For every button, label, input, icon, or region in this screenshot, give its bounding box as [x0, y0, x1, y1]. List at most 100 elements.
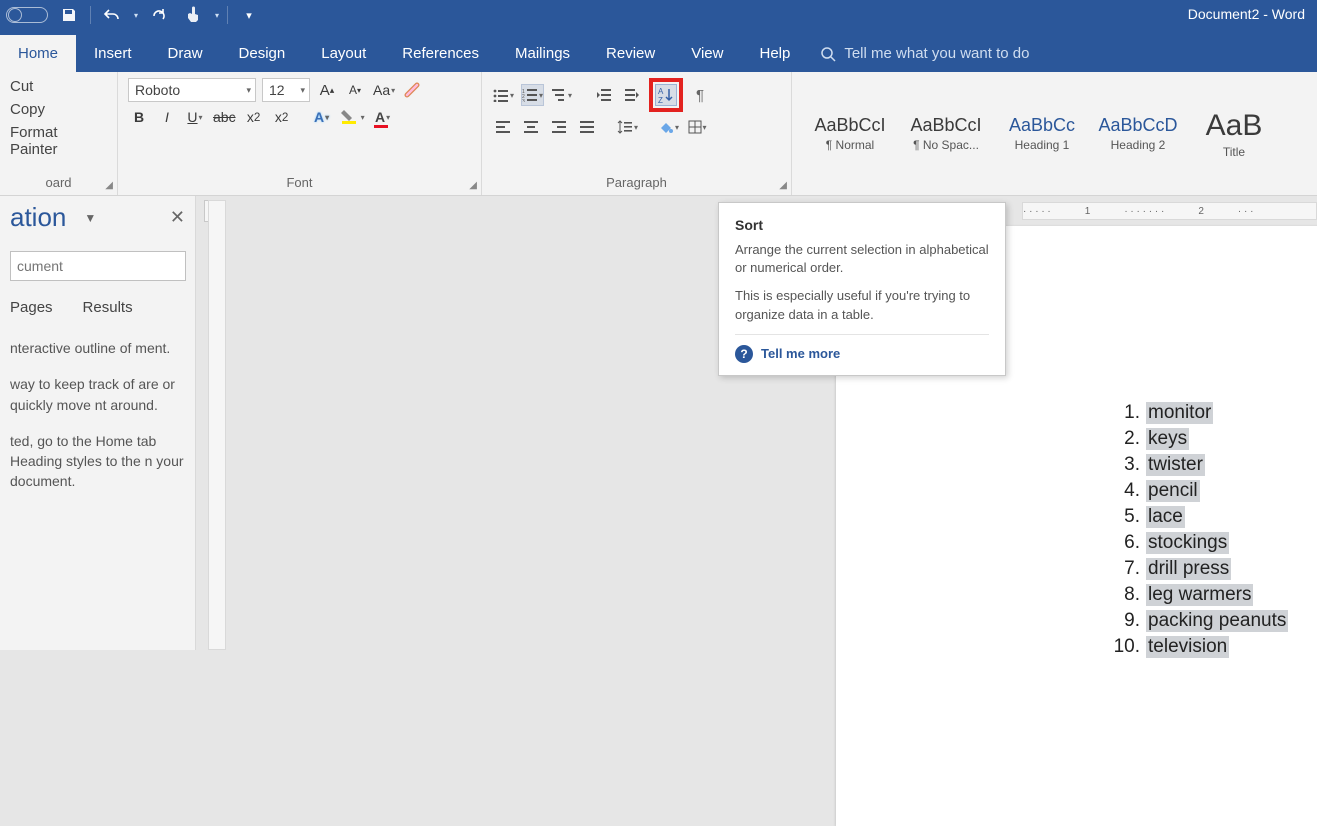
tooltip-line-2: This is especially useful if you're tryi… [735, 287, 989, 323]
tab-draw[interactable]: Draw [150, 35, 221, 72]
sort-icon[interactable]: AZ [655, 84, 677, 106]
clipboard-launcher-icon[interactable]: ◢ [105, 180, 113, 191]
tab-home[interactable]: Home [0, 35, 76, 72]
navigation-search[interactable]: ▾ [10, 251, 186, 281]
font-color-icon[interactable]: A▾ [372, 106, 394, 128]
list-item[interactable]: 1.monitor [1112, 402, 1317, 428]
svg-text:3: 3 [522, 99, 525, 102]
navigation-search-input[interactable] [17, 258, 196, 274]
font-size-select[interactable]: 12▾ [262, 78, 310, 102]
font-group-label: Font [128, 172, 471, 193]
format-painter-button[interactable]: Format Painter [10, 124, 107, 158]
font-name-select[interactable]: Roboto▾ [128, 78, 256, 102]
paragraph-group-label: Paragraph [492, 172, 781, 193]
shading-icon[interactable]: ▾ [657, 116, 680, 138]
tab-insert[interactable]: Insert [76, 35, 150, 72]
list-item[interactable]: 5.lace [1112, 506, 1317, 532]
list-item[interactable]: 2.keys [1112, 428, 1317, 454]
align-right-icon[interactable] [548, 116, 570, 138]
show-hide-marks-icon[interactable]: ¶ [689, 84, 711, 106]
help-icon: ? [735, 345, 753, 363]
paragraph-launcher-icon[interactable]: ◢ [779, 180, 787, 191]
save-icon[interactable] [56, 3, 82, 27]
tooltip-tell-me-more[interactable]: ? Tell me more [735, 334, 989, 363]
style-no-spacing[interactable]: AaBbCcI ¶ No Spac... [898, 104, 994, 164]
redo-icon[interactable] [146, 3, 172, 27]
close-pane-icon[interactable]: ✕ [170, 207, 185, 228]
strikethrough-icon[interactable]: abc [212, 106, 237, 128]
bold-icon[interactable]: B [128, 106, 150, 128]
underline-icon[interactable]: U▾ [184, 106, 206, 128]
undo-icon[interactable] [99, 3, 125, 27]
quick-access-toolbar: ▾ ▾ ▾ [0, 3, 262, 27]
style-heading-2[interactable]: AaBbCcD Heading 2 [1090, 104, 1186, 164]
grow-font-icon[interactable]: A▴ [316, 79, 338, 101]
group-clipboard: Cut Copy Format Painter oard ◢ [0, 72, 118, 195]
text-effects-icon[interactable]: A▾ [311, 106, 333, 128]
tab-review[interactable]: Review [588, 35, 673, 72]
touch-mode-icon[interactable] [180, 3, 206, 27]
tab-help[interactable]: Help [741, 35, 808, 72]
list-item[interactable]: 6.stockings [1112, 532, 1317, 558]
navigation-pane: ation ▼ ✕ ▾ Pages Results nteractive out… [0, 196, 196, 650]
font-size-value: 12 [269, 82, 285, 98]
ribbon: Cut Copy Format Painter oard ◢ Roboto▾ 1… [0, 72, 1317, 196]
change-case-icon[interactable]: Aa▾ [372, 79, 396, 101]
group-styles: AaBbCcI ¶ Normal AaBbCcI ¶ No Spac... Aa… [792, 72, 1317, 195]
svg-text:Z: Z [658, 96, 663, 104]
ribbon-tabs: Home Insert Draw Design Layout Reference… [0, 30, 1317, 72]
superscript-icon[interactable]: x2 [271, 106, 293, 128]
list-item[interactable]: 10.television [1112, 636, 1317, 662]
subscript-icon[interactable]: x2 [243, 106, 265, 128]
group-font: Roboto▾ 12▾ A▴ A▾ Aa▾ B I U▾ abc x2 x2 [118, 72, 482, 195]
style-normal[interactable]: AaBbCcI ¶ Normal [802, 104, 898, 164]
copy-button[interactable]: Copy [10, 101, 107, 118]
numbered-list: 1.monitor2.keys3.twister4.pencil5.lace6.… [1112, 402, 1317, 662]
tab-references[interactable]: References [384, 35, 497, 72]
tooltip-title: Sort [735, 217, 989, 233]
align-left-icon[interactable] [492, 116, 514, 138]
tab-mailings[interactable]: Mailings [497, 35, 588, 72]
clear-formatting-icon[interactable] [402, 79, 424, 101]
list-item[interactable]: 7.drill press [1112, 558, 1317, 584]
tab-design[interactable]: Design [221, 35, 304, 72]
numbering-icon[interactable]: 123▾ [521, 84, 544, 106]
justify-icon[interactable] [576, 116, 598, 138]
nav-tab-pages[interactable]: Pages [10, 299, 53, 316]
highlight-icon[interactable]: ▾ [339, 106, 366, 128]
group-paragraph: ▾ 123▾ ▾ AZ ¶ ▾ [482, 72, 792, 195]
cut-button[interactable]: Cut [10, 78, 107, 95]
autosave-toggle[interactable] [6, 7, 48, 23]
list-item[interactable]: 4.pencil [1112, 480, 1317, 506]
list-item[interactable]: 8.leg warmers [1112, 584, 1317, 610]
italic-icon[interactable]: I [156, 106, 178, 128]
line-spacing-icon[interactable]: ▾ [616, 116, 639, 138]
horizontal-ruler[interactable]: · · · · · 1 · · · · · · · 2 · · · [1022, 202, 1317, 220]
search-icon [820, 46, 836, 62]
shrink-font-icon[interactable]: A▾ [344, 79, 366, 101]
customize-qat-icon[interactable]: ▾ [236, 3, 262, 27]
list-item[interactable]: 9.packing peanuts [1112, 610, 1317, 636]
align-center-icon[interactable] [520, 116, 542, 138]
navigation-dropdown-icon[interactable]: ▼ [84, 211, 96, 225]
increase-indent-icon[interactable] [621, 84, 643, 106]
nav-tab-results[interactable]: Results [83, 299, 133, 316]
tab-view[interactable]: View [673, 35, 741, 72]
tell-me-search[interactable]: Tell me what you want to do [820, 45, 1029, 72]
vertical-ruler[interactable] [208, 200, 226, 650]
window-title: Document2 - Word [1188, 6, 1305, 22]
bullets-icon[interactable]: ▾ [492, 84, 515, 106]
clipboard-group-label: oard [10, 172, 107, 193]
font-launcher-icon[interactable]: ◢ [469, 180, 477, 191]
navigation-title: ation [10, 202, 66, 233]
decrease-indent-icon[interactable] [593, 84, 615, 106]
multilevel-list-icon[interactable]: ▾ [550, 84, 573, 106]
list-item[interactable]: 3.twister [1112, 454, 1317, 480]
tab-layout[interactable]: Layout [303, 35, 384, 72]
sort-button-highlight: AZ [649, 78, 683, 112]
borders-icon[interactable]: ▾ [686, 116, 708, 138]
font-name-value: Roboto [135, 82, 180, 98]
style-title[interactable]: AaB Title [1186, 104, 1282, 164]
style-heading-1[interactable]: AaBbCc Heading 1 [994, 104, 1090, 164]
tell-me-placeholder: Tell me what you want to do [844, 45, 1029, 62]
